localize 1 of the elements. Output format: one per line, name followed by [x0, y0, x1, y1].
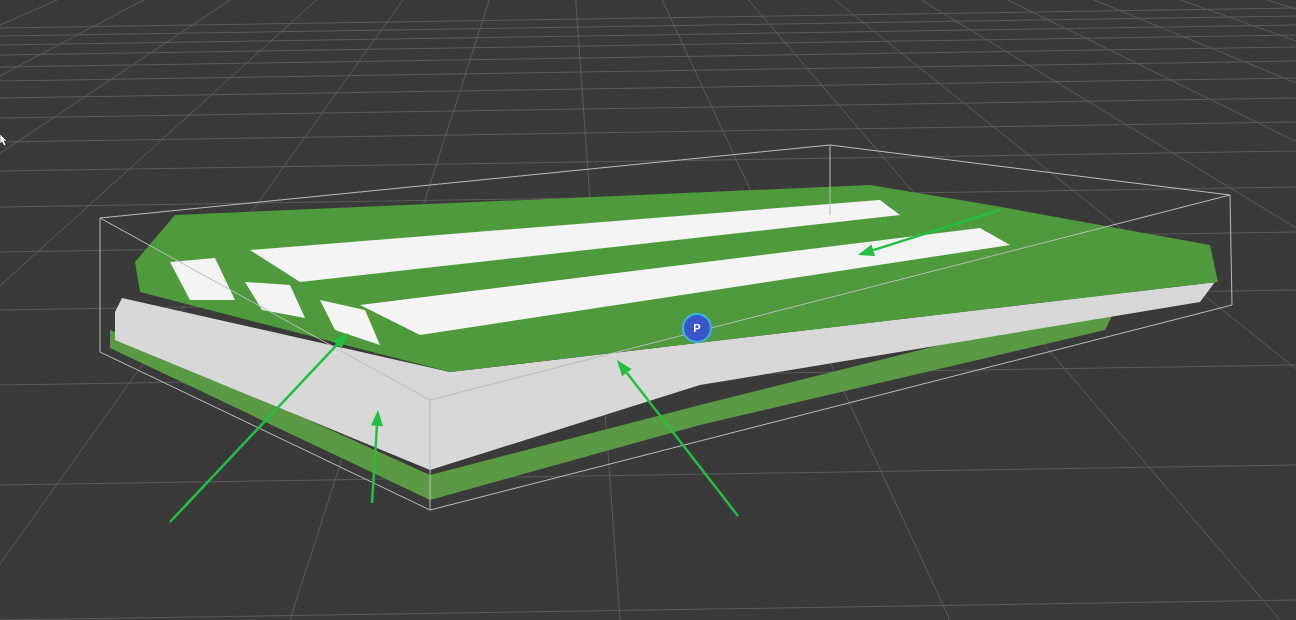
cursor-icon	[0, 134, 7, 146]
